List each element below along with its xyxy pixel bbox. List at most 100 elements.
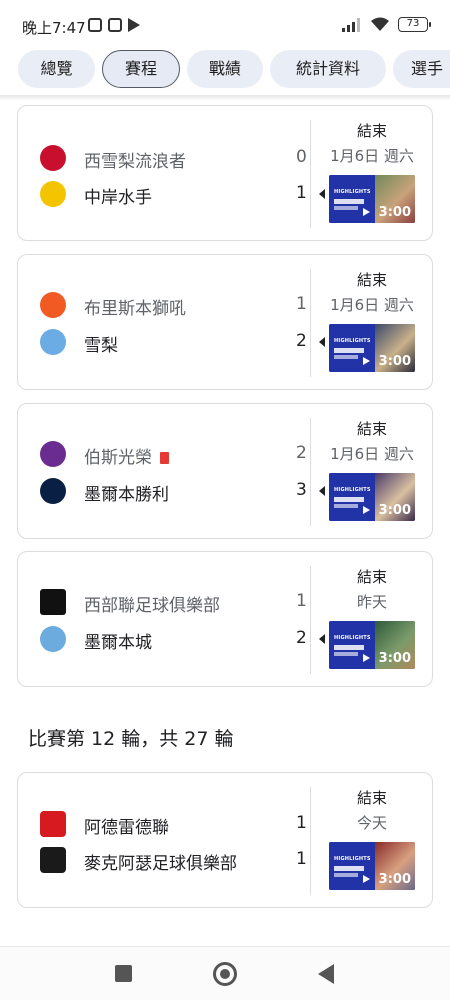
team-logo-icon [40, 181, 66, 207]
match-date: 1月6日 週六 [330, 147, 414, 165]
divider [310, 418, 311, 526]
match-card[interactable]: 阿德雷德聯 1 麥克阿瑟足球俱樂部 1 結束 今天 HIGHLIGHTS 3:0… [17, 772, 433, 908]
red-card-icon [160, 452, 169, 464]
team-name: 西雪梨流浪者 [84, 152, 186, 172]
play-icon [363, 654, 370, 662]
match-status-label: 結束 [356, 568, 387, 586]
winner-arrow-icon [319, 634, 325, 644]
video-brand-text: HIGHLIGHTS [334, 338, 371, 344]
team-score: 1 [296, 294, 307, 314]
team-logo-icon [40, 478, 66, 504]
status-right-icons: 73 [342, 17, 431, 32]
away-team-row: 雪梨 2 [36, 326, 325, 358]
team-name: 伯斯光榮 [84, 443, 169, 468]
match-status: 結束 今天 [318, 787, 426, 833]
divider [310, 787, 311, 895]
home-button[interactable] [213, 962, 237, 986]
winner-arrow-icon [319, 189, 325, 199]
team-name: 西部聯足球俱樂部 [84, 596, 220, 616]
match-date: 昨天 [356, 593, 387, 611]
team-name: 墨爾本勝利 [84, 485, 169, 505]
team-name: 麥克阿瑟足球俱樂部 [84, 854, 237, 874]
play-icon [363, 506, 370, 514]
team-logo-icon [40, 145, 66, 171]
home-team-row: 西部聯足球俱樂部 1 [36, 586, 316, 618]
team-name: 墨爾本城 [84, 633, 152, 653]
tabs-shadow [0, 95, 450, 101]
team-score: 2 [296, 331, 307, 351]
system-nav-bar [0, 946, 450, 1000]
team-score: 3 [296, 480, 307, 500]
status-time: 晚上7:47 [22, 19, 86, 37]
back-button[interactable] [318, 964, 334, 984]
highlights-video-thumbnail[interactable]: HIGHLIGHTS 3:00 [329, 621, 415, 669]
divider [310, 566, 311, 674]
team-logo-icon [40, 589, 66, 615]
video-brand-text: HIGHLIGHTS [334, 856, 371, 862]
match-status: 結束 1月6日 週六 [318, 120, 426, 166]
video-duration: 3:00 [378, 205, 411, 220]
team-logo-icon [40, 292, 66, 318]
home-team-row: 西雪梨流浪者 0 [36, 142, 316, 174]
play-icon [363, 875, 370, 883]
recent-apps-button[interactable] [115, 965, 132, 982]
wifi-icon [371, 17, 389, 31]
team-score: 2 [296, 443, 307, 463]
video-duration: 3:00 [378, 872, 411, 887]
match-card[interactable]: 西雪梨流浪者 0 中岸水手 1 結束 1月6日 週六 HIGHLIGHTS 3:… [17, 105, 433, 241]
highlights-video-thumbnail[interactable]: HIGHLIGHTS 3:00 [329, 473, 415, 521]
notification-icons [88, 18, 140, 32]
highlights-video-thumbnail[interactable]: HIGHLIGHTS 3:00 [329, 175, 415, 223]
match-card[interactable]: 伯斯光榮 2 墨爾本勝利 3 結束 1月6日 週六 HIGHLIGHTS 3:0… [17, 403, 433, 539]
team-name-text: 伯斯光榮 [84, 448, 152, 468]
team-score: 1 [296, 813, 307, 833]
video-brand-text: HIGHLIGHTS [334, 189, 371, 195]
away-team-row: 麥克阿瑟足球俱樂部 1 [36, 844, 316, 876]
tab-schedule[interactable]: 賽程 [102, 50, 180, 88]
match-status-label: 結束 [356, 789, 387, 807]
match-status-label: 結束 [356, 271, 387, 289]
match-date: 1月6日 週六 [330, 445, 414, 463]
tab-overview[interactable]: 總覽 [18, 50, 95, 88]
tab-standings[interactable]: 戰績 [187, 50, 263, 88]
team-logo-icon [40, 811, 66, 837]
highlights-video-thumbnail[interactable]: HIGHLIGHTS 3:00 [329, 324, 415, 372]
team-logo-icon [40, 626, 66, 652]
winner-arrow-icon [319, 337, 325, 347]
match-status-label: 結束 [356, 420, 387, 438]
video-duration: 3:00 [378, 503, 411, 518]
app-notification-icon [88, 18, 102, 32]
team-name: 布里斯本獅吼 [84, 299, 186, 319]
match-date: 今天 [356, 814, 387, 832]
team-name: 中岸水手 [84, 188, 152, 208]
match-status: 結束 1月6日 週六 [318, 269, 426, 315]
play-icon [363, 357, 370, 365]
team-score: 1 [296, 591, 307, 611]
tab-stats[interactable]: 統計資料 [270, 50, 386, 88]
round-heading: 比賽第 12 輪，共 27 輪 [28, 728, 234, 750]
team-logo-icon [40, 847, 66, 873]
away-team-row: 中岸水手 1 [36, 178, 325, 210]
team-score: 1 [296, 849, 307, 869]
home-team-row: 布里斯本獅吼 1 [36, 289, 316, 321]
home-team-row: 阿德雷德聯 1 [36, 808, 316, 840]
play-notification-icon [128, 18, 140, 32]
match-card[interactable]: 布里斯本獅吼 1 雪梨 2 結束 1月6日 週六 HIGHLIGHTS 3:00 [17, 254, 433, 390]
winner-arrow-icon [319, 486, 325, 496]
battery-icon: 73 [398, 17, 431, 32]
match-card[interactable]: 西部聯足球俱樂部 1 墨爾本城 2 結束 昨天 HIGHLIGHTS 3:00 [17, 551, 433, 687]
match-status: 結束 昨天 [318, 566, 426, 612]
team-logo-icon [40, 329, 66, 355]
match-status-label: 結束 [356, 122, 387, 140]
highlights-video-thumbnail[interactable]: HIGHLIGHTS 3:00 [329, 842, 415, 890]
team-score: 1 [296, 183, 307, 203]
away-team-row: 墨爾本勝利 3 [36, 475, 325, 507]
signal-icon [342, 17, 360, 32]
home-team-row: 伯斯光榮 2 [36, 438, 316, 470]
team-logo-icon [40, 441, 66, 467]
match-date: 1月6日 週六 [330, 296, 414, 314]
tab-bar: 總覽 賽程 戰績 統計資料 選手 [0, 48, 450, 92]
match-status: 結束 1月6日 週六 [318, 418, 426, 464]
tab-players[interactable]: 選手 [393, 50, 450, 88]
video-duration: 3:00 [378, 651, 411, 666]
